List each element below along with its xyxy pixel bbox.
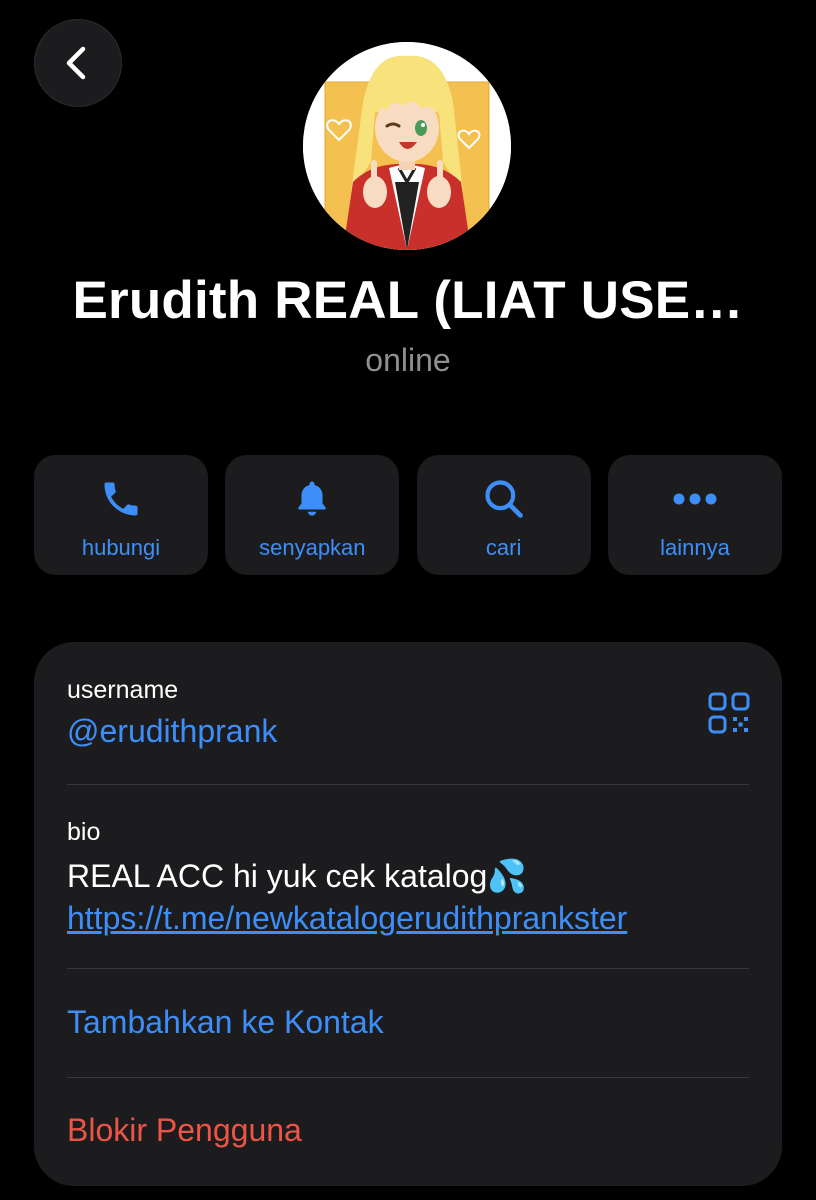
add-contact-button[interactable]: Tambahkan ke Kontak — [67, 1004, 749, 1041]
qr-code-icon — [708, 692, 750, 734]
block-user-button[interactable]: Blokir Pengguna — [67, 1112, 749, 1149]
profile-name: Erudith REAL (LIAT USE… — [72, 271, 744, 330]
username-label: username — [67, 676, 179, 704]
more-button[interactable]: lainnya — [607, 455, 782, 575]
bio-label: bio — [67, 818, 101, 846]
username-value[interactable]: @erudithprank — [67, 713, 749, 750]
search-icon — [485, 480, 523, 518]
bell-icon — [298, 481, 327, 516]
bio-text: REAL ACC hi yuk cek katalog💦 https://t.m… — [67, 855, 707, 939]
mute-label: senyapkan — [259, 535, 366, 560]
qr-code-button[interactable] — [708, 692, 750, 739]
divider — [67, 1077, 749, 1078]
avatar[interactable] — [303, 42, 511, 250]
phone-icon — [104, 482, 138, 516]
mute-button[interactable]: senyapkan — [225, 455, 400, 575]
search-label: cari — [485, 535, 522, 560]
droplets-emoji: 💦 — [487, 858, 528, 894]
call-button[interactable]: hubungi — [34, 455, 208, 575]
back-button[interactable] — [34, 19, 122, 107]
divider — [67, 968, 749, 969]
chevron-left-icon — [66, 46, 86, 80]
online-status: online — [365, 342, 451, 378]
username-row[interactable]: username @erudithprank — [67, 676, 749, 750]
divider — [67, 784, 749, 785]
info-card: username @erudithprank bio REAL ACC hi y… — [34, 642, 782, 1186]
bio-link[interactable]: https://t.me/newkatalogerudithprankster — [67, 900, 627, 936]
bio-row: bio REAL ACC hi yuk cek katalog💦 https:/… — [67, 818, 749, 939]
bio-text-content: REAL ACC hi yuk cek katalog — [67, 858, 488, 894]
action-bar: hubungi senyapkan cari lainnya — [34, 455, 782, 575]
more-icon — [673, 493, 717, 505]
search-button[interactable]: cari — [416, 455, 591, 575]
more-label: lainnya — [660, 535, 730, 560]
call-label: hubungi — [81, 535, 161, 560]
